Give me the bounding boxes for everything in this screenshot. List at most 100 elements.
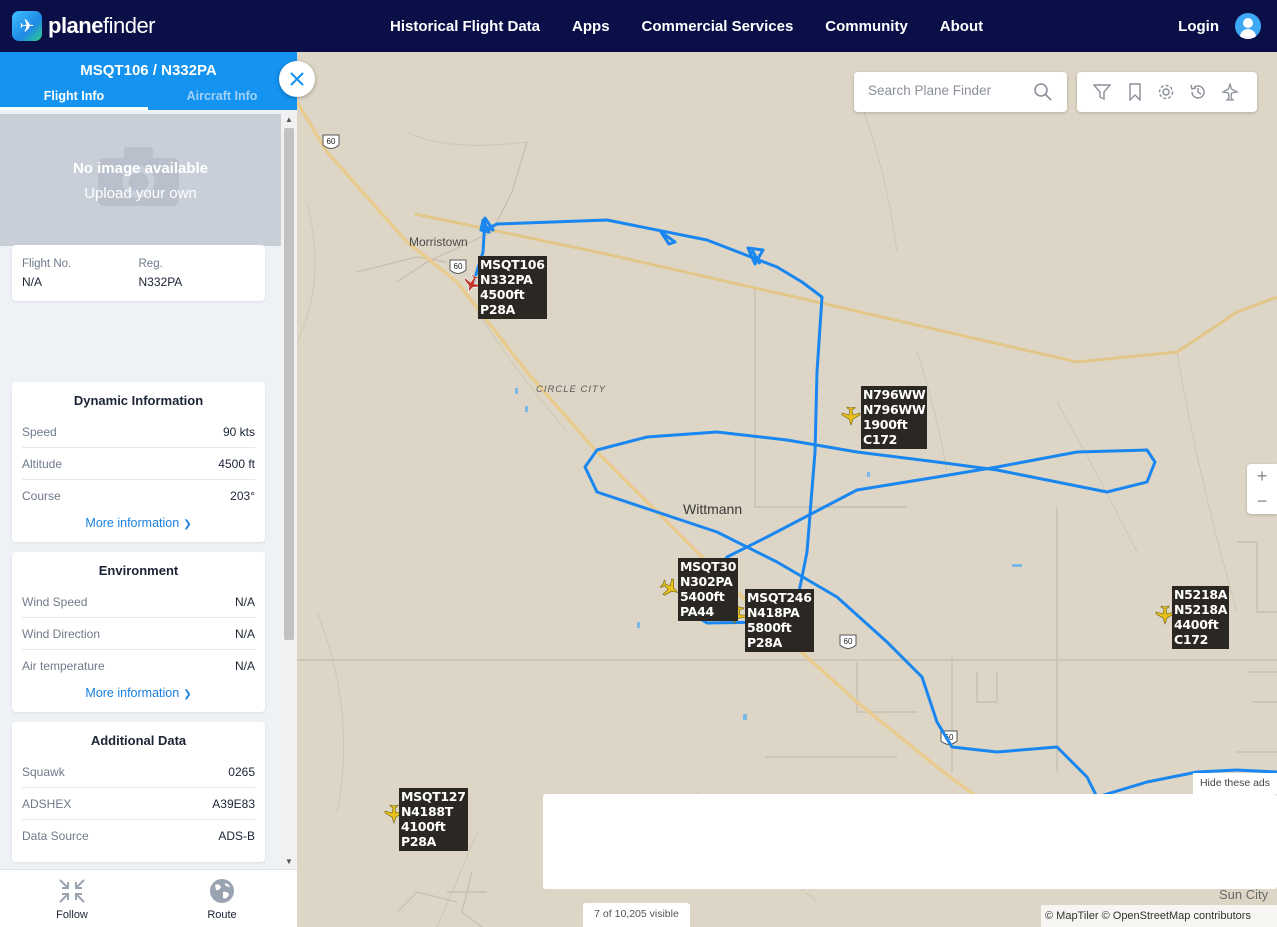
panel-scrollbar-thumb[interactable] (284, 128, 294, 640)
route-shield-label: 60 (327, 137, 336, 146)
squawk-row: Squawk 0265 (22, 756, 255, 788)
chevron-down-icon: ❯ (183, 689, 192, 700)
scroll-up-icon[interactable]: ▲ (285, 115, 293, 124)
search-icon[interactable] (1034, 83, 1052, 101)
dynamic-information-title: Dynamic Information (73, 393, 204, 408)
flight-details-panel: MSQT106 / N332PA Flight Info Aircraft In… (0, 52, 297, 927)
main-nav: Historical Flight Data Apps Commercial S… (374, 0, 999, 52)
logo-text: planefinder (48, 13, 156, 39)
follow-label: Follow (56, 909, 88, 921)
reg-label: Reg. (138, 258, 163, 270)
flight-map[interactable]: 60 60 60 60 Morristown CIRCLE CITY Wittm… (297, 52, 1277, 927)
adshex-row: ADSHEX A39E83 (22, 788, 255, 820)
panel-header: MSQT106 / N332PA Flight Info Aircraft In… (0, 52, 297, 110)
scroll-down-icon[interactable]: ▼ (285, 857, 293, 866)
gear-icon[interactable] (1157, 83, 1175, 101)
tab-aircraft-info[interactable]: Aircraft Info (148, 89, 296, 103)
aircraft-label-msqt127[interactable]: MSQT127 N4188T 4100ft P28A (399, 788, 468, 851)
speed-row: Speed 90 kts (22, 416, 255, 448)
row-label: Altitude (22, 456, 63, 471)
row-value: N/A (234, 594, 255, 609)
row-label: Speed (22, 424, 57, 439)
place-wittmann: Wittmann (683, 501, 743, 517)
map-toolbar (1077, 72, 1257, 112)
highway-us-60 (297, 101, 1034, 854)
user-avatar-icon[interactable] (1235, 13, 1261, 39)
aircraft-label-n5218a[interactable]: N5218A N5218A 4400ft C172 (1172, 586, 1230, 649)
row-value: 0265 (228, 764, 255, 779)
advertisement-box[interactable] (543, 794, 1277, 889)
environment-card: Environment Wind Speed N/A Wind Direction… (12, 552, 265, 712)
more-info-text: More information (85, 516, 180, 530)
dynamic-information-card: Dynamic Information Speed 90 kts Altitude… (12, 382, 265, 542)
follow-icon (59, 879, 85, 903)
no-image-text: No image available (72, 160, 209, 177)
zoom-control: + − (1247, 464, 1277, 514)
logo-text-bold: plane (48, 13, 103, 38)
zoom-out-button[interactable]: − (1247, 489, 1277, 514)
nav-community[interactable]: Community (809, 18, 924, 35)
course-row: Course 203° (22, 480, 255, 512)
row-value: 203° (230, 489, 255, 503)
place-sun-city: Sun City (1219, 887, 1269, 902)
nav-commercial-services[interactable]: Commercial Services (626, 18, 810, 35)
row-value: ADS-B (218, 829, 255, 843)
more-info-text: More information (85, 686, 180, 700)
bookmark-icon[interactable] (1126, 83, 1144, 101)
environment-title: Environment (98, 563, 179, 578)
plane-logo-icon: ✈ (12, 11, 42, 41)
top-navigation-bar: ✈ planefinder Historical Flight Data App… (0, 0, 1277, 52)
nav-about[interactable]: About (924, 18, 999, 35)
row-value: 4500 ft (218, 456, 255, 471)
row-value: A39E83 (212, 796, 255, 811)
flight-no-label: Flight No. (22, 258, 72, 270)
upload-own-link[interactable]: Upload your own (0, 185, 281, 202)
row-value: N/A (234, 626, 255, 641)
aircraft-photo-placeholder[interactable]: No image available Upload your own (0, 114, 281, 246)
aircraft-icon-n796ww (841, 406, 861, 426)
aircraft-markers (384, 273, 1175, 824)
flight-no-value: N/A (22, 275, 43, 289)
close-panel-button[interactable] (279, 61, 315, 97)
panel-title: MSQT106 / N332PA (80, 62, 217, 79)
close-icon (290, 72, 304, 86)
aircraft-label-msqt106[interactable]: MSQT106 N332PA 4500ft P28A (478, 256, 547, 319)
filter-icon[interactable] (1093, 83, 1111, 101)
row-label: Air temperature (22, 659, 105, 673)
nav-historical-flight-data[interactable]: Historical Flight Data (374, 18, 556, 35)
route-shield-label: 60 (844, 637, 853, 646)
air-temperature-row: Air temperature N/A (22, 650, 255, 682)
login-link[interactable]: Login (1178, 18, 1219, 35)
hide-ads-link[interactable]: Hide these ads (1193, 773, 1277, 794)
planefinder-logo[interactable]: ✈ planefinder (12, 11, 156, 41)
additional-data-title: Additional Data (90, 733, 187, 748)
wind-direction-row: Wind Direction N/A (22, 618, 255, 650)
map-attribution[interactable]: © MapTiler © OpenStreetMap contributors (1041, 905, 1277, 927)
globe-icon (210, 879, 234, 903)
environment-more-information-link[interactable]: More information ❯ (12, 682, 265, 700)
aircraft-label-msqt246[interactable]: MSQT246 N418PA 5800ft P28A (745, 589, 814, 652)
wind-speed-row: Wind Speed N/A (22, 586, 255, 618)
route-button[interactable]: Route (182, 878, 262, 921)
flight-reg-card: Flight No. N/A Reg. N332PA (12, 245, 265, 301)
dynamic-more-information-link[interactable]: More information ❯ (12, 512, 265, 530)
row-value: 90 kts (222, 424, 255, 439)
panel-bottom-bar: Follow Route (0, 869, 297, 927)
nav-apps[interactable]: Apps (556, 18, 626, 35)
row-label: Wind Direction (22, 626, 101, 641)
search-input[interactable] (868, 83, 1028, 98)
tab-flight-info[interactable]: Flight Info (0, 89, 148, 110)
zoom-in-button[interactable]: + (1247, 464, 1277, 489)
aircraft-label-n796ww[interactable]: N796WW N796WW 1900ft C172 (861, 386, 928, 449)
airplane-settings-icon[interactable] (1221, 83, 1239, 101)
place-morristown: Morristown (409, 235, 468, 249)
history-icon[interactable] (1189, 83, 1207, 101)
row-label: Squawk (22, 764, 65, 779)
row-label: Data Source (22, 829, 89, 843)
visible-aircraft-count: 7 of 10,205 visible (583, 903, 690, 927)
aircraft-label-msqt30[interactable]: MSQT30 N302PA 5400ft PA44 (678, 558, 739, 621)
data-source-row: Data Source ADS-B (22, 820, 255, 852)
chevron-down-icon: ❯ (183, 519, 192, 530)
logo-text-light: finder (102, 13, 156, 38)
follow-button[interactable]: Follow (32, 878, 112, 921)
